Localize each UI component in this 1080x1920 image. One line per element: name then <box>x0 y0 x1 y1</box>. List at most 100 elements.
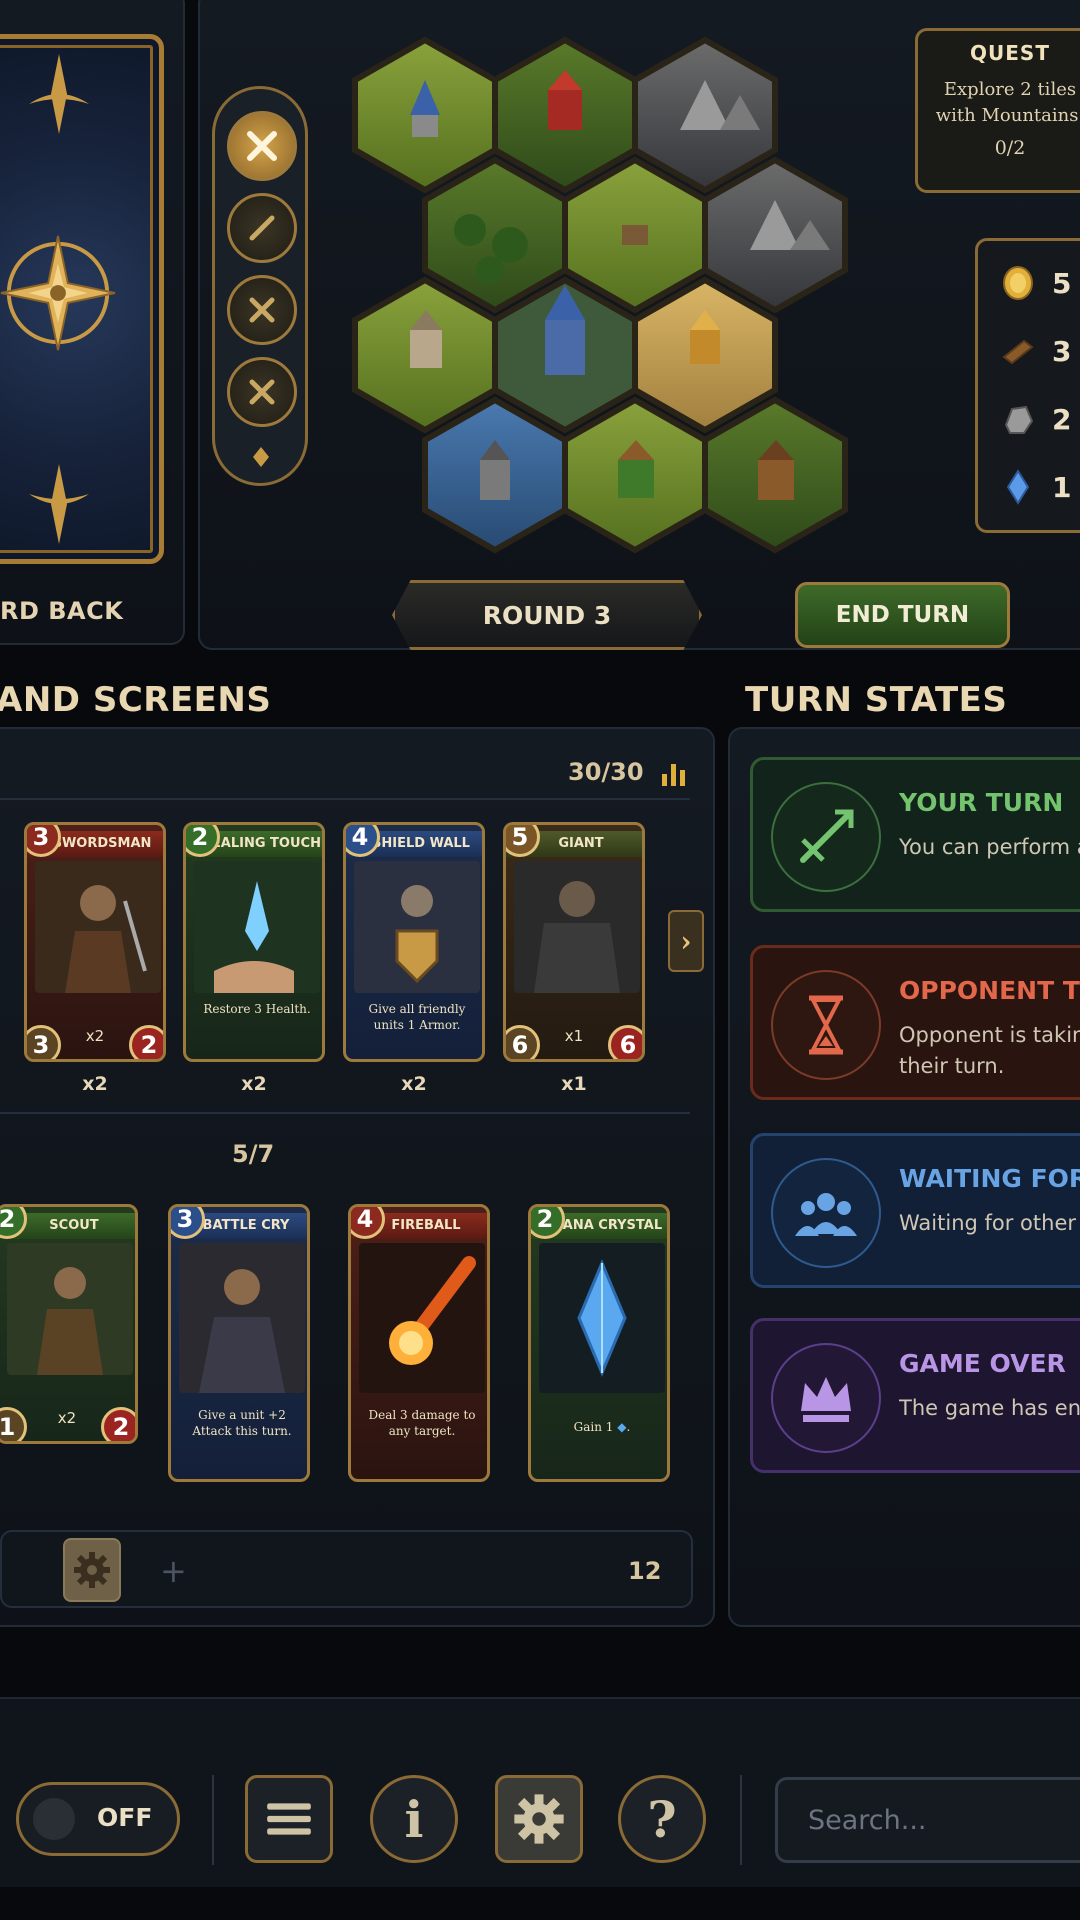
card-description-text: Gain 1 <box>573 1420 614 1434</box>
state-icon-frame <box>771 1343 881 1453</box>
card-description: Deal 3 damage to any target. <box>368 1408 476 1438</box>
search-input[interactable] <box>775 1777 1080 1863</box>
sword-icon <box>249 215 275 241</box>
quest-header: QUEST <box>970 41 1050 65</box>
add-card-button[interactable]: + <box>160 1552 187 1590</box>
toolbar-separator <box>212 1775 214 1865</box>
hex-map[interactable] <box>340 20 980 580</box>
resources-panel: 5 3 2 1 <box>975 238 1080 533</box>
cross-icon <box>249 297 275 323</box>
toggle-switch[interactable]: OFF <box>16 1782 180 1856</box>
group-icon <box>795 1193 857 1236</box>
chevron-right-icon: › <box>680 924 692 958</box>
stone-ore-icon <box>1004 405 1034 434</box>
resource-mana-value: 1 <box>1052 470 1072 504</box>
state-description: Opponent is takin their turn. <box>899 1023 1080 1078</box>
toggle-label: OFF <box>97 1803 153 1832</box>
state-your-turn[interactable]: YOUR TURN You can perform a <box>750 757 1080 912</box>
card-art <box>35 861 161 993</box>
card-fireball[interactable]: 4 FIREBALL Deal 3 damage to any target. <box>348 1204 490 1482</box>
tool-rail <box>212 86 308 486</box>
toggle-knob <box>33 1798 75 1840</box>
state-description: Waiting for other <box>899 1211 1077 1235</box>
card-quantity: x2 <box>241 1073 267 1095</box>
card-art <box>179 1243 305 1393</box>
help-button[interactable]: ? <box>618 1775 706 1863</box>
hourglass-icon <box>809 995 843 1055</box>
resource-stone-value: 2 <box>1052 402 1072 436</box>
card-quantity: x2 <box>82 1073 108 1095</box>
tool-demolish-button[interactable] <box>227 357 297 427</box>
state-description: The game has en <box>899 1396 1080 1420</box>
scroll-right-button[interactable]: › <box>668 910 704 972</box>
card-giant[interactable]: 5 GIANT x1 6 6 <box>503 822 645 1062</box>
card-attack: 6 <box>506 1025 540 1059</box>
quest-panel[interactable]: QUEST Explore 2 tiles with Mountains. 0/… <box>915 28 1080 193</box>
gear-icon <box>514 1794 564 1844</box>
card-attack: 3 <box>27 1025 61 1059</box>
turn-states-section-title: TURN STATES <box>745 680 1008 720</box>
card-art <box>194 861 320 993</box>
card-art <box>354 861 480 993</box>
end-turn-button[interactable]: END TURN <box>795 582 1010 648</box>
rail-gem-icon <box>253 447 269 467</box>
resource-mana: 1 <box>1000 469 1071 505</box>
card-quantity: x1 <box>561 1073 587 1095</box>
tool-attack-button[interactable] <box>227 193 297 263</box>
resource-gold-value: 5 <box>1052 266 1072 300</box>
quest-text-line2: with Mountains. <box>935 105 1080 126</box>
resource-wood: 3 <box>1000 333 1071 369</box>
hex-tile-forest[interactable] <box>422 156 568 314</box>
card-healing-touch[interactable]: 2 HEALING TOUCH Restore 3 Health. <box>183 822 325 1062</box>
cog-icon <box>74 1552 110 1588</box>
shield-art-icon <box>354 861 480 993</box>
card-art <box>7 1243 133 1375</box>
state-title: GAME OVER <box>899 1349 1066 1378</box>
card-health: 2 <box>101 1407 135 1441</box>
card-mana-crystal[interactable]: 2 MANA CRYSTAL Gain 1 ◆. <box>528 1204 670 1482</box>
divider <box>0 1112 690 1114</box>
state-title: YOUR TURN <box>899 788 1064 817</box>
card-back-label: RD BACK <box>0 597 124 625</box>
settings-button[interactable] <box>495 1775 583 1863</box>
state-opponent-turn[interactable]: OPPONENT TU Opponent is takin their turn… <box>750 945 1080 1100</box>
tool-cancel-button[interactable] <box>227 275 297 345</box>
card-battle-cry[interactable]: 3 BATTLE CRY Give a unit +2 Attack this … <box>168 1204 310 1482</box>
hamburger-menu-icon <box>267 1803 311 1835</box>
card-quantity: x2 <box>401 1073 427 1095</box>
bar-chart-icon[interactable] <box>660 760 688 786</box>
state-waiting[interactable]: WAITING FOR Waiting for other <box>750 1133 1080 1288</box>
info-button[interactable]: i <box>370 1775 458 1863</box>
toolbar-separator <box>740 1775 742 1865</box>
tool-build-button[interactable] <box>227 111 297 181</box>
card-health: 2 <box>129 1025 163 1059</box>
footer-count: 12 <box>628 1557 662 1585</box>
card-shield-wall[interactable]: 4 SHIELD WALL Give all friendly units 1 … <box>343 822 485 1062</box>
deck-count: 30/30 <box>568 758 644 786</box>
state-title: WAITING FOR <box>899 1164 1080 1193</box>
card-description: Give all friendly units 1 Armor. <box>368 1002 466 1032</box>
card-art <box>539 1243 665 1393</box>
compass-star-icon <box>0 235 116 351</box>
card-scout[interactable]: 2 SCOUT x2 1 2 <box>0 1204 138 1444</box>
info-icon: i <box>404 1789 424 1849</box>
warrior-art-icon <box>35 861 161 993</box>
state-game-over[interactable]: GAME OVER The game has en <box>750 1318 1080 1473</box>
card-settings-button[interactable] <box>63 1538 121 1602</box>
wood-log-icon <box>1002 339 1034 365</box>
card-description: Restore 3 Health. <box>203 1002 311 1016</box>
fireball-art-icon <box>359 1243 485 1393</box>
resource-stone: 2 <box>1000 401 1071 437</box>
menu-button[interactable] <box>245 1775 333 1863</box>
card-back-image[interactable] <box>0 34 164 564</box>
state-icon-frame <box>771 970 881 1080</box>
card-art <box>514 861 640 993</box>
scout-art-icon <box>7 1243 133 1375</box>
card-swordsman[interactable]: 3 SWORDSMAN x2 3 2 <box>24 822 166 1062</box>
crossed-tools-icon <box>247 131 277 161</box>
quest-text-line1: Explore 2 tiles <box>943 79 1077 100</box>
state-icon-frame <box>771 782 881 892</box>
mana-drop-icon: ◆ <box>617 1420 627 1434</box>
help-icon: ? <box>647 1789 677 1849</box>
state-title: OPPONENT TU <box>899 976 1080 1005</box>
